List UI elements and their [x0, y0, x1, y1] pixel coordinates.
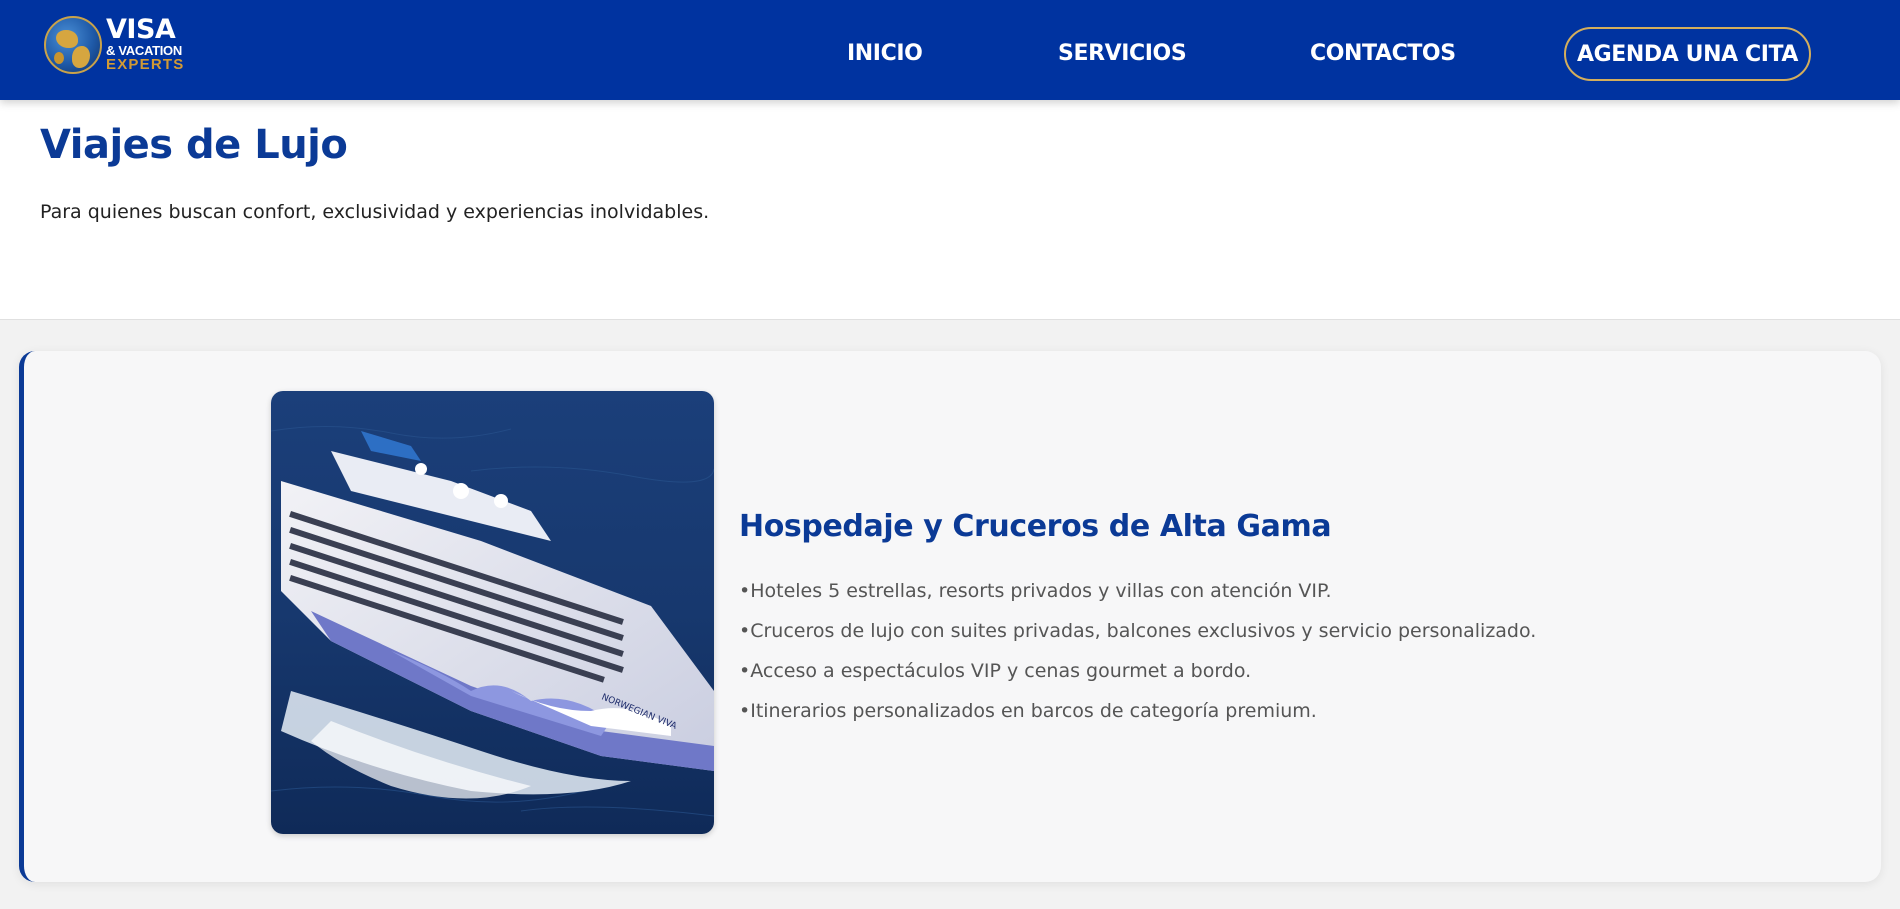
list-item: Cruceros de lujo con suites privadas, ba…	[739, 611, 1536, 651]
card-title: Hospedaje y Cruceros de Alta Gama	[739, 509, 1332, 544]
service-features-list: Hoteles 5 estrellas, resorts privados y …	[739, 571, 1536, 731]
intro-section: Viajes de Lujo Para quienes buscan confo…	[0, 100, 1900, 320]
list-item: Itinerarios personalizados en barcos de …	[739, 691, 1536, 731]
book-appointment-button[interactable]: AGENDA UNA CITA	[1564, 27, 1811, 81]
service-card: NORWEGIAN VIVA Hospedaje y Cruceros de A…	[19, 351, 1881, 882]
nav-link-inicio[interactable]: INICIO	[847, 41, 923, 66]
nav-link-servicios[interactable]: SERVICIOS	[1058, 41, 1187, 66]
page-subtitle: Para quienes buscan confort, exclusivida…	[40, 201, 710, 223]
list-item: Hoteles 5 estrellas, resorts privados y …	[739, 571, 1536, 611]
site-logo[interactable]: VISA & VACATION EXPERTS	[44, 14, 194, 80]
list-item: Acceso a espectáculos VIP y cenas gourme…	[739, 651, 1536, 691]
logo-wordmark: VISA & VACATION EXPERTS	[106, 14, 185, 73]
globe-icon	[44, 16, 102, 74]
cruise-ship-image: NORWEGIAN VIVA	[271, 391, 714, 834]
nav-link-contactos[interactable]: CONTACTOS	[1310, 41, 1456, 66]
page-title: Viajes de Lujo	[40, 122, 348, 168]
site-header: VISA & VACATION EXPERTS INICIO SERVICIOS…	[0, 0, 1900, 100]
